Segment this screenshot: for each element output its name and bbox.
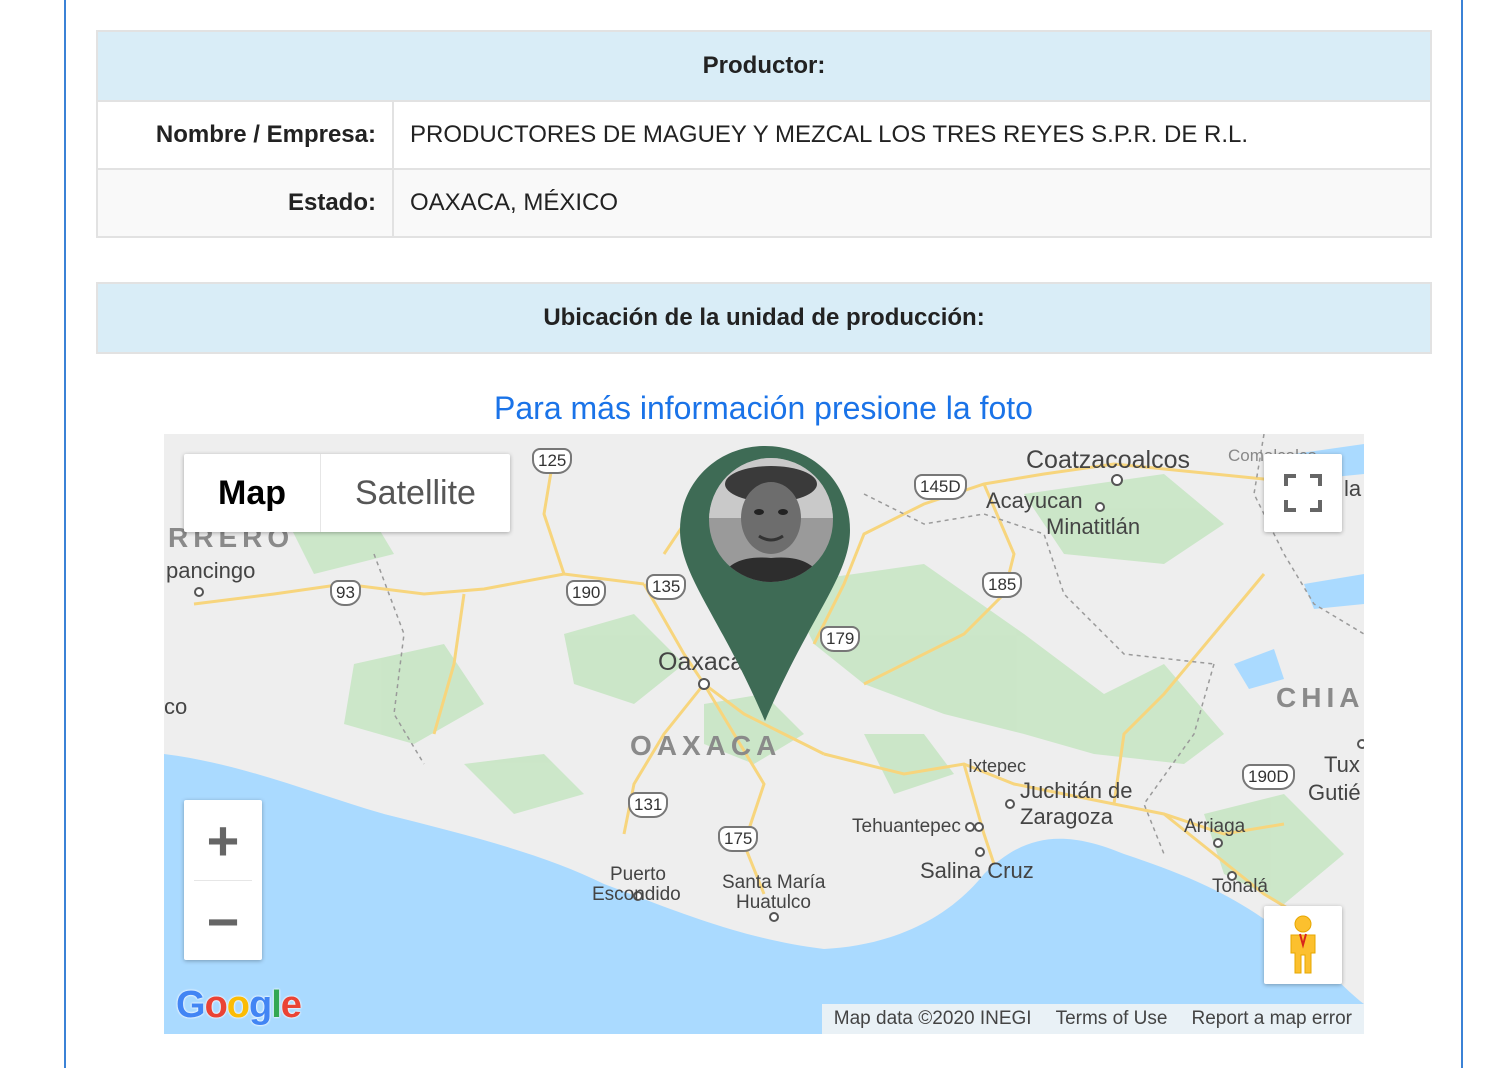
state-label: OAXACA: [630, 730, 782, 761]
place-label: Puerto: [610, 864, 666, 885]
producer-photo[interactable]: [709, 458, 833, 582]
logo-letter: o: [204, 984, 228, 1026]
place-label: Huatulco: [736, 892, 811, 913]
pegman-icon: [1290, 915, 1316, 974]
zoom-control: + −: [184, 800, 262, 960]
highway-shield: 185: [982, 572, 1023, 598]
map-type-button[interactable]: Map: [184, 454, 320, 532]
logo-letter: l: [271, 984, 282, 1026]
producer-table: Productor: Nombre / Empresa: PRODUCTORES…: [96, 30, 1432, 238]
name-value: PRODUCTORES DE MAGUEY Y MEZCAL LOS TRES …: [392, 100, 1432, 170]
map-attribution: Map data ©2020 INEGI Terms of Use Report…: [821, 1004, 1364, 1034]
place-label: Santa María: [722, 872, 826, 893]
place-label: Ixtepec: [968, 756, 1027, 776]
table-row: Estado: OAXACA, MÉXICO: [96, 168, 1432, 238]
name-label: Nombre / Empresa:: [96, 100, 394, 170]
terms-of-use-link[interactable]: Terms of Use: [1044, 1008, 1180, 1030]
highway-shield: 131: [628, 792, 669, 818]
place-label: Juchitán de: [1020, 778, 1133, 803]
place-label: pancingo: [166, 558, 256, 583]
state-value: OAXACA, MÉXICO: [392, 168, 1432, 238]
place-label: Coatzacoalcos: [1026, 446, 1190, 474]
place-label: Salina Cruz: [920, 858, 1034, 883]
highway-shield: 93: [330, 580, 361, 606]
place-label: Minatitlán: [1046, 514, 1141, 539]
map-type-control: Map Satellite: [184, 454, 510, 532]
google-map[interactable]: Coatzacoalcos Acayucan Minatitlán Oaxaca…: [164, 434, 1364, 1034]
google-logo[interactable]: Google: [176, 984, 302, 1027]
map-data-text: Map data ©2020 INEGI: [833, 1008, 1032, 1029]
place-label: Gutié: [1308, 780, 1361, 805]
place-label: Zaragoza: [1020, 804, 1113, 829]
place-label: Tux: [1324, 752, 1360, 777]
highway-shield: 190D: [1242, 764, 1295, 790]
content-border-right: [1461, 0, 1463, 1068]
logo-letter: G: [176, 984, 206, 1026]
highway-shield: 125: [532, 448, 573, 474]
place-label: Escondido: [592, 884, 681, 905]
logo-letter: e: [280, 984, 302, 1026]
fullscreen-button[interactable]: [1264, 454, 1342, 532]
highway-shield: 190: [566, 580, 607, 606]
satellite-type-button[interactable]: Satellite: [321, 454, 510, 532]
report-error-link[interactable]: Report a map error: [1179, 1008, 1364, 1030]
zoom-in-button[interactable]: +: [184, 800, 262, 880]
producer-header: Productor:: [96, 30, 1432, 102]
table-row: Nombre / Empresa: PRODUCTORES DE MAGUEY …: [96, 100, 1432, 170]
state-label: CHIA: [1276, 682, 1364, 713]
place-label: Tonalá: [1212, 876, 1268, 897]
street-view-button[interactable]: [1264, 906, 1342, 984]
location-header: Ubicación de la unidad de producción:: [96, 282, 1432, 354]
state-label: Estado:: [96, 168, 394, 238]
place-label: Tehuantepec: [852, 816, 961, 837]
zoom-out-button[interactable]: −: [184, 881, 262, 961]
place-label: Acayucan: [986, 488, 1083, 513]
logo-letter: g: [249, 984, 272, 1026]
content-border-left: [64, 0, 66, 1068]
highway-shield: 175: [718, 826, 759, 852]
fullscreen-icon: [1284, 474, 1322, 512]
place-label: co: [164, 694, 188, 719]
logo-letter: o: [226, 984, 250, 1026]
place-label: la: [1344, 476, 1362, 501]
place-label: Arriaga: [1184, 816, 1246, 837]
location-table: Ubicación de la unidad de producción:: [96, 282, 1432, 354]
highway-shield: 145D: [914, 474, 967, 500]
more-info-link[interactable]: Para más información presione la foto: [0, 390, 1492, 427]
